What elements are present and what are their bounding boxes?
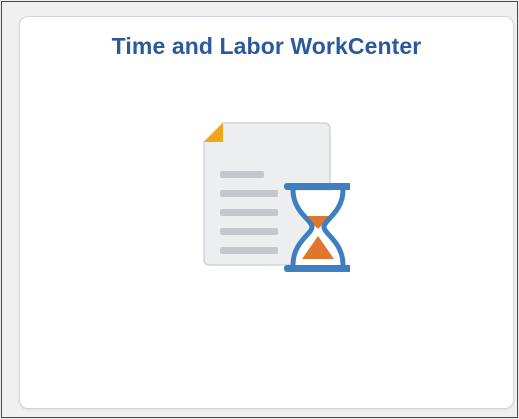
document-line — [220, 209, 278, 216]
document-hourglass-icon — [203, 122, 350, 272]
document-line — [220, 228, 278, 235]
tile-frame: Time and Labor WorkCenter — [1, 1, 518, 418]
document-line — [220, 190, 278, 197]
tile-title: Time and Labor WorkCenter — [111, 33, 422, 59]
document-line — [220, 247, 278, 254]
document-line — [220, 171, 264, 178]
time-and-labor-workcenter-tile[interactable]: Time and Labor WorkCenter — [19, 16, 514, 409]
